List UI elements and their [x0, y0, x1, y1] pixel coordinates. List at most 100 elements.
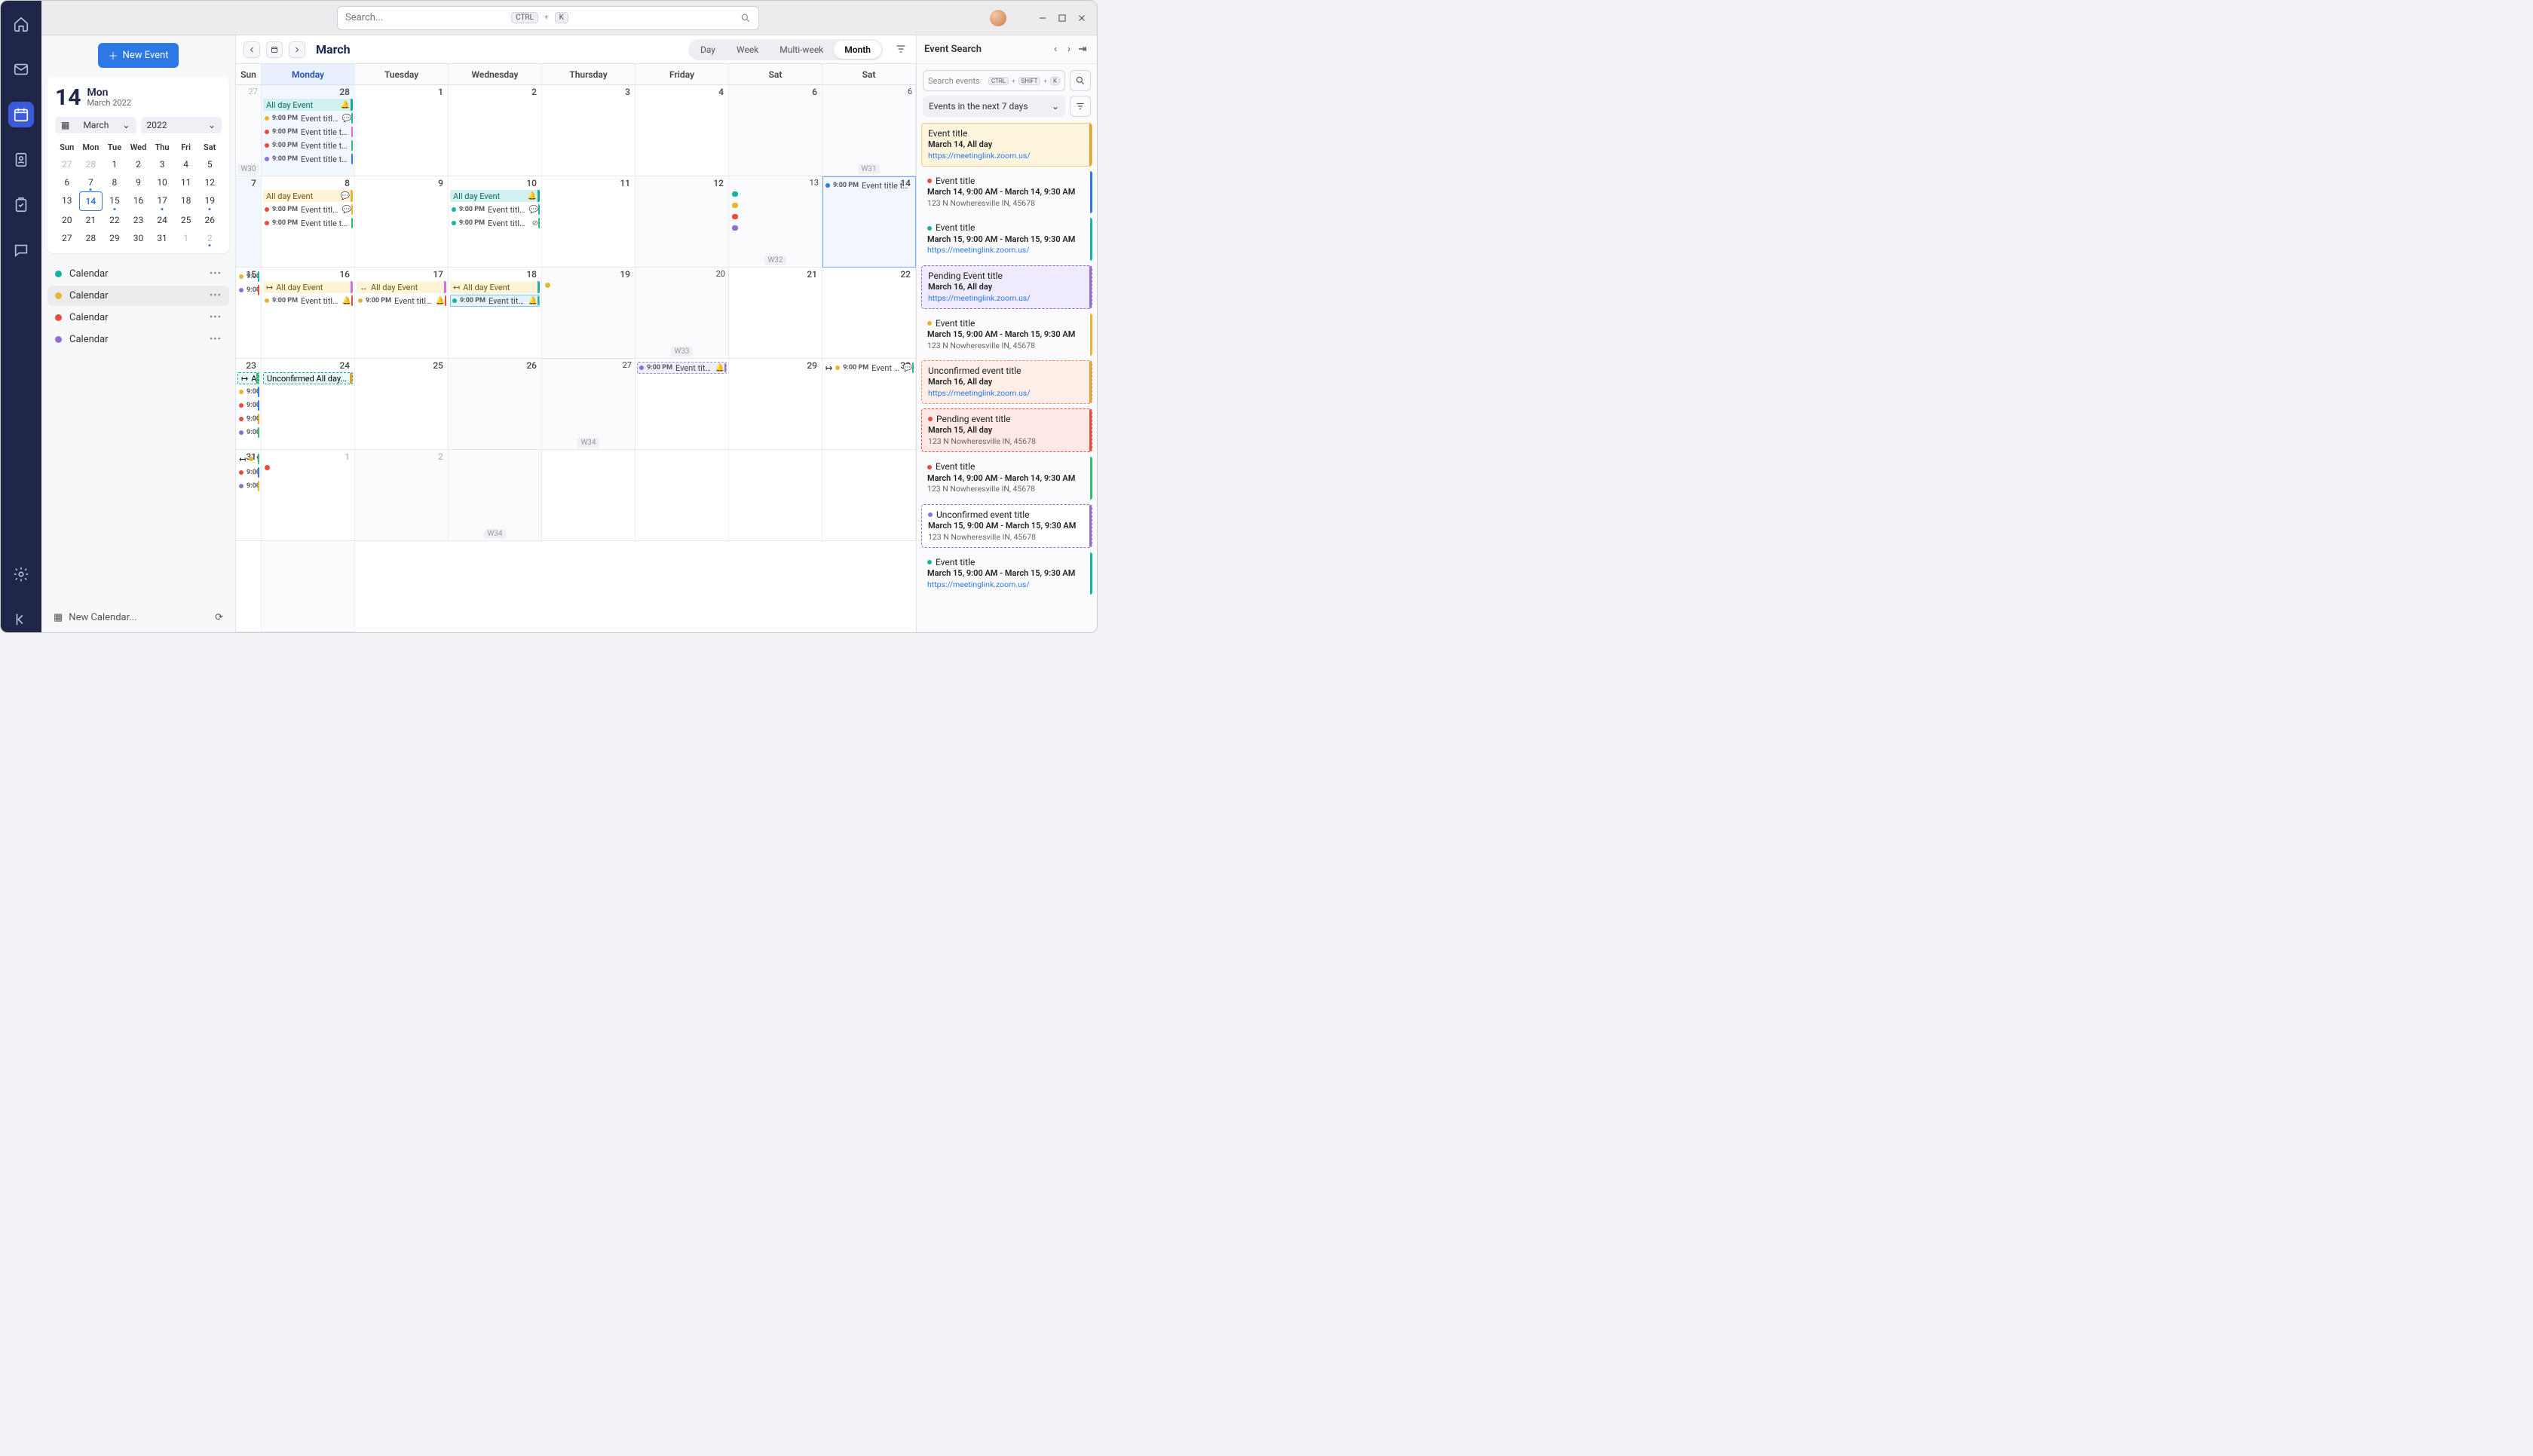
mini-day[interactable]: 3 [150, 155, 174, 173]
day-cell[interactable]: 25 [355, 359, 449, 450]
event-item[interactable]: 9:00 PMEvent title th... [237, 427, 259, 439]
calendar-item[interactable]: Calendar••• [47, 329, 229, 350]
user-avatar[interactable] [990, 10, 1006, 26]
meeting-link[interactable]: https://meetinglink.zoom.us/ [928, 388, 1086, 399]
meeting-link[interactable]: https://meetinglink.zoom.us/ [927, 245, 1086, 255]
day-cell[interactable]: 19 [542, 268, 636, 359]
panel-next-icon[interactable]: › [1062, 44, 1076, 55]
event-item[interactable]: 9:00 PMEvent title th... [263, 139, 353, 151]
mini-day[interactable]: 16 [127, 191, 151, 211]
search-result-card[interactable]: Unconfirmed event titleMarch 15, 9:00 AM… [921, 504, 1092, 548]
next-button[interactable] [289, 41, 305, 58]
day-cell[interactable]: 6 [729, 85, 822, 176]
day-cell[interactable]: 1 [355, 85, 449, 176]
view-multi-week[interactable]: Multi-week [769, 41, 834, 59]
day-cell[interactable]: 31↤ 9:00 PMEvent title...💬9:00 PMEvent t… [236, 450, 262, 541]
mini-day[interactable]: 9 [127, 173, 151, 191]
day-cell[interactable]: 26 [449, 359, 542, 450]
mini-day[interactable]: 11 [174, 173, 198, 191]
allday-event[interactable]: Unconfirmed All day... [263, 372, 353, 384]
mini-day[interactable]: 13 [55, 191, 79, 211]
mini-day[interactable]: 6 [55, 173, 79, 191]
calendar-item[interactable]: Calendar••• [47, 264, 229, 284]
mini-day[interactable]: 27 [55, 155, 79, 173]
search-result-card[interactable]: Event titleMarch 15, 9:00 AM - March 15,… [921, 552, 1092, 595]
mini-day[interactable]: 25 [174, 211, 198, 229]
panel-search-input[interactable]: Search events CTRL + SHIFT + K [923, 70, 1065, 91]
calendar-item[interactable]: Calendar••• [47, 286, 229, 306]
calendar-icon[interactable] [8, 102, 34, 127]
search-result-card[interactable]: Unconfirmed event titleMarch 16, All day… [921, 360, 1092, 404]
maximize-button[interactable] [1056, 12, 1068, 24]
mini-day[interactable]: 14 [79, 191, 103, 211]
meeting-link[interactable]: https://meetinglink.zoom.us/ [928, 293, 1086, 304]
new-event-button[interactable]: ＋ New Event [98, 43, 179, 68]
mini-day[interactable]: 24 [150, 211, 174, 229]
day-cell[interactable]: 289:00 PMEvent title...🔔 [636, 359, 729, 450]
mini-day[interactable]: 1 [174, 229, 198, 247]
mini-day[interactable]: 17 [150, 191, 174, 211]
event-item[interactable]: 9:00 PMEvent title th... [237, 466, 259, 479]
allday-event[interactable]: All day Event🔔 [450, 190, 540, 202]
event-item[interactable]: 9:00 PMEvent title th... [237, 480, 259, 492]
event-item[interactable]: 9:00 PMEvent title th... [263, 153, 353, 165]
allday-event[interactable]: ↔ All day Event [357, 281, 446, 293]
day-cell[interactable]: 17↔ All day Event9:00 PMEvent title...🔔 [355, 268, 449, 359]
prev-button[interactable] [243, 41, 260, 58]
mini-day[interactable]: 15 [103, 191, 127, 211]
day-cell[interactable]: 159:00 PMEvent title...💬9:00 PMEvent tit… [236, 268, 262, 359]
mini-day[interactable]: 31 [150, 229, 174, 247]
day-cell[interactable]: 149:00 PMEvent title th... [822, 176, 916, 268]
more-icon[interactable]: ••• [210, 268, 222, 280]
panel-filter-icon[interactable] [1070, 96, 1091, 117]
search-result-card[interactable]: Event titleMarch 15, 9:00 AM - March 15,… [921, 314, 1092, 356]
event-item[interactable]: 9:00 PMEvent title...🔔 [263, 295, 353, 307]
close-button[interactable] [1076, 12, 1088, 24]
new-calendar-button[interactable]: ▦ New Calendar... ⟳ [47, 607, 229, 628]
event-item[interactable]: ↤ 9:00 PMEvent title...💬 [237, 453, 259, 465]
more-icon[interactable]: ••• [210, 312, 222, 323]
day-cell[interactable]: 2 [355, 450, 449, 541]
day-cell[interactable]: 9 [355, 176, 449, 268]
view-switcher[interactable]: DayWeekMulti-weekMonth [688, 39, 883, 60]
allday-event[interactable]: ↦ Pending All day event [237, 372, 259, 384]
mini-day[interactable]: 10 [150, 173, 174, 191]
mini-day[interactable]: 30 [127, 229, 151, 247]
tasks-icon[interactable] [8, 192, 34, 218]
global-search[interactable]: CTRL + K [337, 6, 759, 30]
event-item[interactable]: 9:00 PMEvent title th...⊘ [450, 217, 540, 229]
settings-icon[interactable] [8, 561, 34, 587]
day-cell[interactable]: 21 [729, 268, 822, 359]
event-item[interactable]: 9:00 PMEvent title th...💬 [263, 112, 353, 124]
event-item[interactable]: 9:00 PMEvent title th...💬 [237, 386, 259, 398]
search-result-card[interactable]: Event titleMarch 14, All dayhttps://meet… [921, 123, 1092, 167]
mini-day[interactable]: 28 [79, 229, 103, 247]
day-cell[interactable]: 30↦ 9:00 PMEvent title...💬 [822, 359, 916, 450]
view-week[interactable]: Week [726, 41, 769, 59]
allday-event[interactable]: All day Event🔔 [263, 99, 353, 111]
day-cell[interactable]: 24Unconfirmed All day... [262, 359, 355, 450]
today-button[interactable] [266, 41, 283, 58]
event-item[interactable]: 9:00 PMEvent title th...⊘ [237, 284, 259, 296]
minimize-button[interactable] [1037, 12, 1049, 24]
month-select[interactable]: ▦ March ⌄ [55, 117, 136, 133]
day-cell[interactable]: 7 [236, 176, 262, 268]
mini-day[interactable]: 2 [127, 155, 151, 173]
day-cell[interactable]: 3 [542, 85, 636, 176]
panel-prev-icon[interactable]: ‹ [1049, 44, 1062, 55]
mini-day[interactable]: 1 [103, 155, 127, 173]
mini-day[interactable]: 18 [174, 191, 198, 211]
search-result-card[interactable]: Event titleMarch 15, 9:00 AM - March 15,… [921, 218, 1092, 260]
panel-collapse-icon[interactable]: ⇥ [1076, 44, 1089, 55]
allday-event[interactable]: ↤ All day Event [450, 281, 540, 293]
chat-icon[interactable] [8, 237, 34, 263]
event-item[interactable]: 9:00 PMEvent title th... [237, 399, 259, 411]
mini-day[interactable]: 4 [174, 155, 198, 173]
day-cell[interactable]: 1 [262, 450, 355, 541]
collapse-icon[interactable] [8, 607, 34, 632]
mini-day[interactable]: 8 [103, 173, 127, 191]
meeting-link[interactable]: https://meetinglink.zoom.us/ [928, 151, 1086, 161]
day-cell[interactable]: 23↦ Pending All day event9:00 PMEvent ti… [236, 359, 262, 450]
day-cell[interactable]: 11 [542, 176, 636, 268]
more-icon[interactable]: ••• [210, 334, 222, 345]
